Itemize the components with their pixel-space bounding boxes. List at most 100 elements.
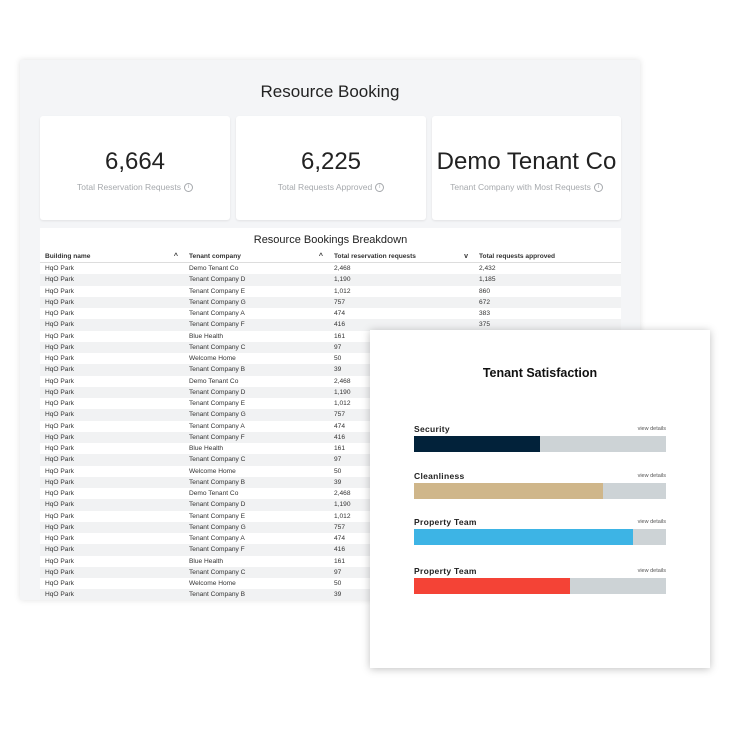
table-cell: Tenant Company G <box>184 296 329 308</box>
table-cell: 757 <box>329 296 474 308</box>
satisfaction-metric: Cleanliness view details <box>414 471 666 499</box>
table-cell: HqO Park <box>40 386 184 398</box>
table-cell: Tenant Company G <box>184 409 329 421</box>
column-header-reservations[interactable]: Total reservation requests v <box>329 250 474 263</box>
table-row: HqO Park Tenant Company D 1,190 1,185 <box>40 274 621 286</box>
table-row: HqO Park Tenant Company G 757 672 <box>40 296 621 308</box>
view-details-link[interactable]: view details <box>638 473 666 479</box>
kpi-top-tenant: Demo Tenant Co Tenant Company with Most … <box>432 116 621 220</box>
table-cell: HqO Park <box>45 355 74 363</box>
table-cell: HqO Park <box>45 265 74 273</box>
metric-bar <box>414 529 666 545</box>
table-cell: 416 <box>329 319 474 331</box>
table-title: Resource Bookings Breakdown <box>253 234 408 246</box>
view-details-link[interactable]: view details <box>638 568 666 574</box>
table-cell: Blue Health <box>189 557 224 565</box>
table-cell: Welcome Home <box>189 580 236 588</box>
satisfaction-metric: Property Team view details <box>414 517 666 545</box>
satisfaction-metric: Security view details <box>414 424 666 452</box>
table-cell: Welcome Home <box>189 467 236 475</box>
table-cell: Tenant Company A <box>189 422 245 430</box>
info-icon[interactable]: i <box>183 183 193 193</box>
table-cell: 375 <box>474 319 621 331</box>
kpi-label: Total Reservation Requests <box>77 182 181 192</box>
table-cell: Tenant Company C <box>184 341 329 353</box>
table-cell: 474 <box>334 310 346 318</box>
table-cell: 2,468 <box>334 265 351 273</box>
info-icon[interactable]: i <box>593 183 603 193</box>
kpi-total-requests-approved: 6,225 Total Requests Approved i <box>236 116 426 220</box>
table-cell: Demo Tenant Co <box>189 490 239 498</box>
table-cell: Tenant Company E <box>189 400 246 408</box>
column-header-tenant[interactable]: Tenant company ^ <box>184 250 329 263</box>
column-header-approved[interactable]: Total requests approved <box>474 250 621 263</box>
satisfaction-metric: Property Team view details <box>414 566 666 594</box>
table-cell: HqO Park <box>40 296 184 308</box>
table-cell: HqO Park <box>45 490 74 498</box>
table-cell: HqO Park <box>40 454 184 466</box>
table-cell: Tenant Company F <box>184 319 329 331</box>
tenant-satisfaction-card: Tenant Satisfaction Security view detail… <box>370 330 710 668</box>
table-row: HqO Park Demo Tenant Co 2,468 2,432 <box>40 263 621 275</box>
kpi-value: 6,225 <box>300 148 362 175</box>
table-row: HqO Park Tenant Company F 416 375 <box>40 319 621 331</box>
table-cell: HqO Park <box>45 535 74 543</box>
view-details-link[interactable]: view details <box>638 426 666 432</box>
table-cell: HqO Park <box>40 319 184 331</box>
table-cell: HqO Park <box>40 544 184 556</box>
table-cell: Tenant Company G <box>184 521 329 533</box>
table-cell: HqO Park <box>45 287 74 295</box>
card-title: Tenant Satisfaction <box>482 366 598 380</box>
table-cell: 860 <box>479 287 491 295</box>
table-cell: Tenant Company C <box>184 454 329 466</box>
table-cell: HqO Park <box>45 580 74 588</box>
table-cell: HqO Park <box>40 341 184 353</box>
table-cell: 672 <box>474 296 621 308</box>
table-cell: HqO Park <box>40 431 184 443</box>
table-cell: Welcome Home <box>189 355 236 363</box>
metric-bar <box>414 483 666 499</box>
kpi-label: Tenant Company with Most Requests <box>450 182 591 192</box>
table-cell: Tenant Company D <box>184 274 329 286</box>
sort-up-icon[interactable]: ^ <box>319 253 323 260</box>
table-cell: Tenant Company F <box>184 431 329 443</box>
table-cell: Blue Health <box>189 445 224 453</box>
table-cell: 383 <box>479 310 491 318</box>
metric-bar-fill <box>414 578 571 594</box>
metric-name: Property Team <box>414 517 477 527</box>
table-cell: Tenant Company A <box>189 310 245 318</box>
table-cell: Demo Tenant Co <box>189 265 239 273</box>
table-cell: Demo Tenant Co <box>189 377 239 385</box>
metric-bar-fill <box>414 529 634 545</box>
table-cell: HqO Park <box>40 476 184 488</box>
kpi-label: Total Requests Approved <box>277 182 373 192</box>
table-cell: HqO Park <box>45 512 74 520</box>
table-row: HqO Park Tenant Company A 474 383 <box>40 308 621 319</box>
table-cell: HqO Park <box>45 377 74 385</box>
column-header-building[interactable]: Building name ^ <box>40 250 184 263</box>
view-details-link[interactable]: view details <box>638 519 666 525</box>
sort-up-icon[interactable]: ^ <box>174 253 178 260</box>
table-cell: HqO Park <box>40 589 184 600</box>
table-cell: Tenant Company D <box>184 386 329 398</box>
metric-name: Cleanliness <box>414 471 465 481</box>
sort-down-icon[interactable]: v <box>464 253 468 260</box>
table-cell: Tenant Company E <box>189 512 246 520</box>
info-icon[interactable]: i <box>375 183 385 193</box>
kpi-total-reservation-requests: 6,664 Total Reservation Requests i <box>40 116 230 220</box>
table-cell: HqO Park <box>40 566 184 578</box>
table-cell: HqO Park <box>45 422 74 430</box>
page-title: Resource Booking <box>260 82 400 101</box>
table-cell: HqO Park <box>45 467 74 475</box>
metric-bar <box>414 578 666 594</box>
table-cell: Tenant Company B <box>184 364 329 376</box>
table-cell: Tenant Company A <box>189 535 245 543</box>
metric-bar-fill <box>414 483 603 499</box>
table-row: HqO Park Tenant Company E 1,012 860 <box>40 286 621 297</box>
table-cell: 1,012 <box>334 287 351 295</box>
table-cell: Blue Health <box>189 332 224 340</box>
kpi-value: 6,664 <box>104 148 166 175</box>
metric-name: Property Team <box>414 566 477 576</box>
table-cell: HqO Park <box>45 557 74 565</box>
table-cell: HqO Park <box>45 332 74 340</box>
